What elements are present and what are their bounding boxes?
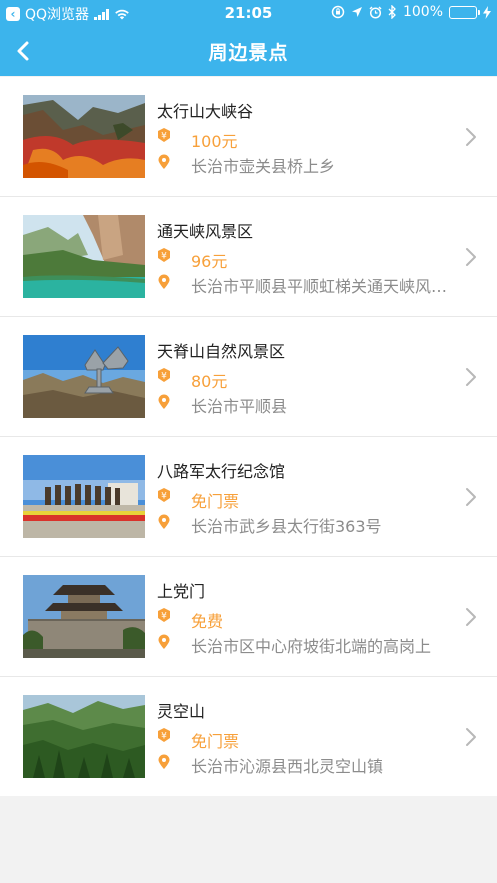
charging-bolt-icon <box>483 5 491 19</box>
list-item[interactable]: 上党门 ¥ 免费 长治市区中心府坡街北端的高岗上 <box>0 557 497 677</box>
attraction-thumbnail <box>23 455 145 538</box>
attraction-name: 上党门 <box>157 582 206 601</box>
navigation-bar: 周边景点 <box>0 26 497 76</box>
attraction-thumbnail <box>23 215 145 298</box>
price-icon: ¥ <box>158 608 170 622</box>
status-right: 100% <box>331 4 491 20</box>
battery-icon <box>449 5 480 19</box>
chevron-right-icon <box>466 488 476 506</box>
attraction-price: 96元 <box>191 252 228 271</box>
svg-text:¥: ¥ <box>161 132 167 142</box>
price-icon: ¥ <box>158 728 170 742</box>
attraction-address: 长治市壶关县桥上乡 <box>191 157 336 176</box>
attraction-address: 长治市平顺县平顺虹梯关通天峡风景区 <box>191 277 453 296</box>
attraction-name: 天脊山自然风景区 <box>157 342 286 361</box>
list-item[interactable]: 太行山大峡谷 ¥ 100元 长治市壶关县桥上乡 <box>0 77 497 197</box>
svg-text:¥: ¥ <box>161 732 167 742</box>
svg-text:¥: ¥ <box>161 492 167 502</box>
chevron-right-icon <box>466 128 476 146</box>
attraction-name: 八路军太行纪念馆 <box>157 462 286 481</box>
attraction-thumbnail <box>23 575 145 658</box>
list-item[interactable]: 八路军太行纪念馆 ¥ 免门票 长治市武乡县太行街363号 <box>0 437 497 557</box>
attraction-price: 免费 <box>191 612 224 631</box>
price-icon: ¥ <box>158 488 170 502</box>
attraction-address: 长治市平顺县 <box>191 397 288 416</box>
list-item[interactable]: 天脊山自然风景区 ¥ 80元 长治市平顺县 <box>0 317 497 437</box>
page-title: 周边景点 <box>208 42 289 64</box>
chevron-right-icon <box>466 728 476 746</box>
attraction-price: 免门票 <box>191 492 240 511</box>
attraction-name: 太行山大峡谷 <box>157 102 254 121</box>
attraction-price: 100元 <box>191 132 238 151</box>
price-icon: ¥ <box>158 248 170 262</box>
battery-percent: 100% <box>402 4 443 20</box>
chevron-right-icon <box>466 608 476 626</box>
bluetooth-icon <box>388 5 396 19</box>
chevron-right-icon <box>466 248 476 266</box>
attraction-thumbnail <box>23 335 145 418</box>
chevron-right-icon <box>466 368 476 386</box>
location-arrow-icon <box>351 7 362 17</box>
list-item[interactable]: 通天峡风景区 ¥ 96元 长治市平顺县平顺虹梯关通天峡风景区 <box>0 197 497 317</box>
location-pin-icon <box>158 274 170 289</box>
attraction-thumbnail <box>23 695 145 778</box>
rotation-lock-icon <box>331 5 345 19</box>
location-pin-icon <box>158 754 170 769</box>
attraction-address: 长治市沁源县西北灵空山镇 <box>191 757 384 776</box>
attraction-name: 灵空山 <box>157 702 206 721</box>
attraction-name: 通天峡风景区 <box>157 222 254 241</box>
attraction-list: 太行山大峡谷 ¥ 100元 长治市壶关县桥上乡 通天峡风景区 ¥ 96元 长治市… <box>0 77 497 796</box>
svg-text:¥: ¥ <box>161 612 167 622</box>
list-item[interactable]: 灵空山 ¥ 免门票 长治市沁源县西北灵空山镇 <box>0 677 497 796</box>
location-pin-icon <box>158 394 170 409</box>
location-pin-icon <box>158 514 170 529</box>
attraction-price: 免门票 <box>191 732 240 751</box>
price-icon: ¥ <box>158 368 170 382</box>
attraction-address: 长治市区中心府坡街北端的高岗上 <box>191 637 432 656</box>
attraction-address: 长治市武乡县太行街363号 <box>191 517 382 536</box>
attraction-thumbnail <box>23 95 145 178</box>
svg-text:¥: ¥ <box>161 372 167 382</box>
attraction-price: 80元 <box>191 372 228 391</box>
status-bar: ‹ QQ浏览器 21:05 100% <box>0 0 497 26</box>
location-pin-icon <box>158 154 170 169</box>
svg-text:¥: ¥ <box>161 252 167 262</box>
price-icon: ¥ <box>158 128 170 142</box>
location-pin-icon <box>158 634 170 649</box>
alarm-icon <box>369 5 382 19</box>
